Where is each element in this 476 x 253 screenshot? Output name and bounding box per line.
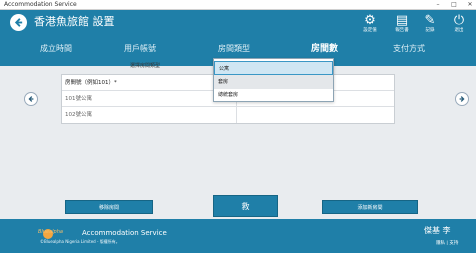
settings-button[interactable]: ⚙ 設定值 — [358, 13, 382, 34]
room-number-cell[interactable]: 102號公寓 — [65, 107, 92, 123]
room-type-dropdown[interactable]: 公寓 套房 總統套房 — [213, 58, 334, 102]
window-titlebar: Accommodation Service – □ ✕ — [0, 0, 476, 10]
dropdown-option-presidential-suite[interactable]: 總統套房 — [214, 88, 333, 102]
tab-setup-time[interactable]: 成立時間 — [40, 41, 72, 57]
app-footer: Bluealpha Accommodation Service ©Bluealp… — [0, 219, 476, 253]
maximize-button[interactable]: □ — [450, 0, 458, 10]
room-number-column-header: 房間號（例如101）* — [65, 80, 117, 86]
copyright-text: ©Bluealpha Nigeria Limited - 版權所有。 — [40, 239, 120, 244]
page-title: 香港魚旅館 設置 — [34, 15, 115, 28]
delete-room-button[interactable]: 移除房間 — [65, 200, 153, 214]
next-button[interactable] — [455, 92, 469, 106]
user-name: 傑基 李 — [424, 226, 451, 235]
tab-room-types[interactable]: 房間類型 — [218, 41, 250, 57]
save-button[interactable]: 救 — [213, 195, 278, 217]
service-name: Accommodation Service — [82, 229, 167, 237]
log-label: 記錄 — [425, 28, 435, 33]
logout-label: 退出 — [454, 28, 464, 33]
footer-links[interactable]: 隱私 | 支持 — [436, 240, 458, 247]
report-button[interactable]: ▤ 報告書 — [390, 13, 414, 34]
gear-icon: ⚙ — [364, 13, 376, 28]
close-window-button[interactable]: ✕ — [466, 0, 474, 10]
back-button[interactable] — [10, 14, 27, 31]
brand-logo-text: Bluealpha — [38, 229, 63, 235]
arrow-left-icon — [28, 96, 34, 102]
setup-tabs: 成立時間 用戶帳號 房間類型 房間數 支付方式 — [0, 41, 476, 57]
logout-button[interactable]: ⏻ 退出 — [447, 13, 471, 34]
arrow-left-icon — [14, 18, 23, 27]
tab-payment-methods[interactable]: 支付方式 — [393, 41, 425, 57]
window-title: Accommodation Service — [4, 1, 77, 8]
settings-label: 設定值 — [363, 28, 377, 33]
report-label: 報告書 — [395, 28, 409, 33]
room-type-label: 選擇房間類型 — [130, 63, 161, 69]
window-controls: – □ ✕ — [434, 0, 474, 10]
tab-room-numbers[interactable]: 房間數 — [311, 41, 338, 57]
report-icon: ▤ — [395, 13, 409, 28]
power-icon: ⏻ — [453, 13, 465, 28]
log-button[interactable]: ✎ 記錄 — [418, 13, 442, 34]
room-number-cell[interactable]: 101號公寓 — [65, 91, 92, 107]
table-row[interactable]: 102號公寓 — [62, 107, 394, 123]
previous-button[interactable] — [24, 92, 38, 106]
dropdown-option-apartment[interactable]: 公寓 — [214, 61, 333, 75]
tab-user-accounts[interactable]: 用戶帳號 — [124, 41, 156, 57]
arrow-right-icon — [459, 96, 465, 102]
dropdown-option-suite[interactable]: 套房 — [214, 75, 333, 89]
minimize-button[interactable]: – — [434, 0, 442, 10]
log-icon: ✎ — [424, 13, 436, 28]
add-room-button[interactable]: 添加新房間 — [322, 200, 418, 214]
